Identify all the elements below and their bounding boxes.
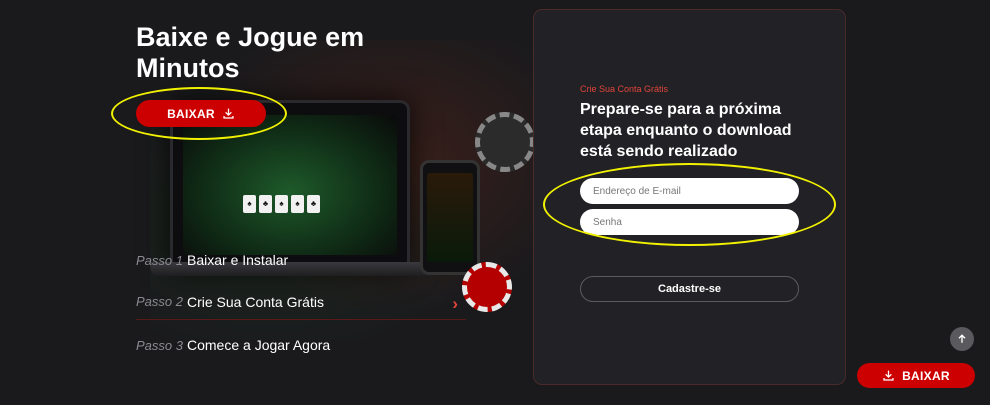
step-label: Crie Sua Conta Grátis [187,293,324,310]
scroll-to-top-button[interactable] [950,327,974,351]
playing-card-icon: ♣ [307,195,320,213]
step-number: Passo 3 [136,337,183,353]
hero-download-label: BAIXAR [167,106,215,121]
signup-button[interactable]: Cadastre-se [580,276,799,302]
arrow-up-icon [958,334,966,343]
download-icon [223,108,234,119]
hero-download-button[interactable]: BAIXAR [136,100,266,127]
download-icon [883,370,894,381]
hero-title: Baixe e Jogue em Minutos [136,22,365,83]
signup-panel: Crie Sua Conta Grátis Prepare-se para a … [533,9,846,385]
chevron-right-icon: › [452,294,458,313]
signup-heading: Prepare-se para a próxima etapa enquanto… [580,101,792,160]
step-number: Passo 1 [136,252,183,268]
step-item-2[interactable]: Passo 2 Crie Sua Conta Grátis › [136,284,466,320]
playing-card-icon: ♠ [291,195,304,213]
email-field[interactable] [580,178,799,204]
step-item-3[interactable]: Passo 3 Comece a Jogar Agora [136,327,466,363]
playing-card-icon: ♠ [275,195,288,213]
floating-download-button[interactable]: BAIXAR [857,363,975,388]
step-label: Comece a Jogar Agora [187,337,331,353]
step-item-1[interactable]: Passo 1 Baixar e Instalar [136,242,466,278]
signup-kicker: Crie Sua Conta Grátis [580,84,669,94]
step-label: Baixar e Instalar [187,252,289,268]
step-number: Passo 2 [136,294,183,309]
poker-cards-image: ♠ ♣ ♠ ♠ ♣ [243,195,320,213]
floating-download-label: BAIXAR [902,368,950,383]
poker-chip-icon [462,262,512,312]
playing-card-icon: ♠ [243,195,256,213]
poker-table-image: ♠ ♣ ♠ ♠ ♣ [183,115,397,255]
playing-card-icon: ♣ [259,195,272,213]
password-field[interactable] [580,209,799,235]
